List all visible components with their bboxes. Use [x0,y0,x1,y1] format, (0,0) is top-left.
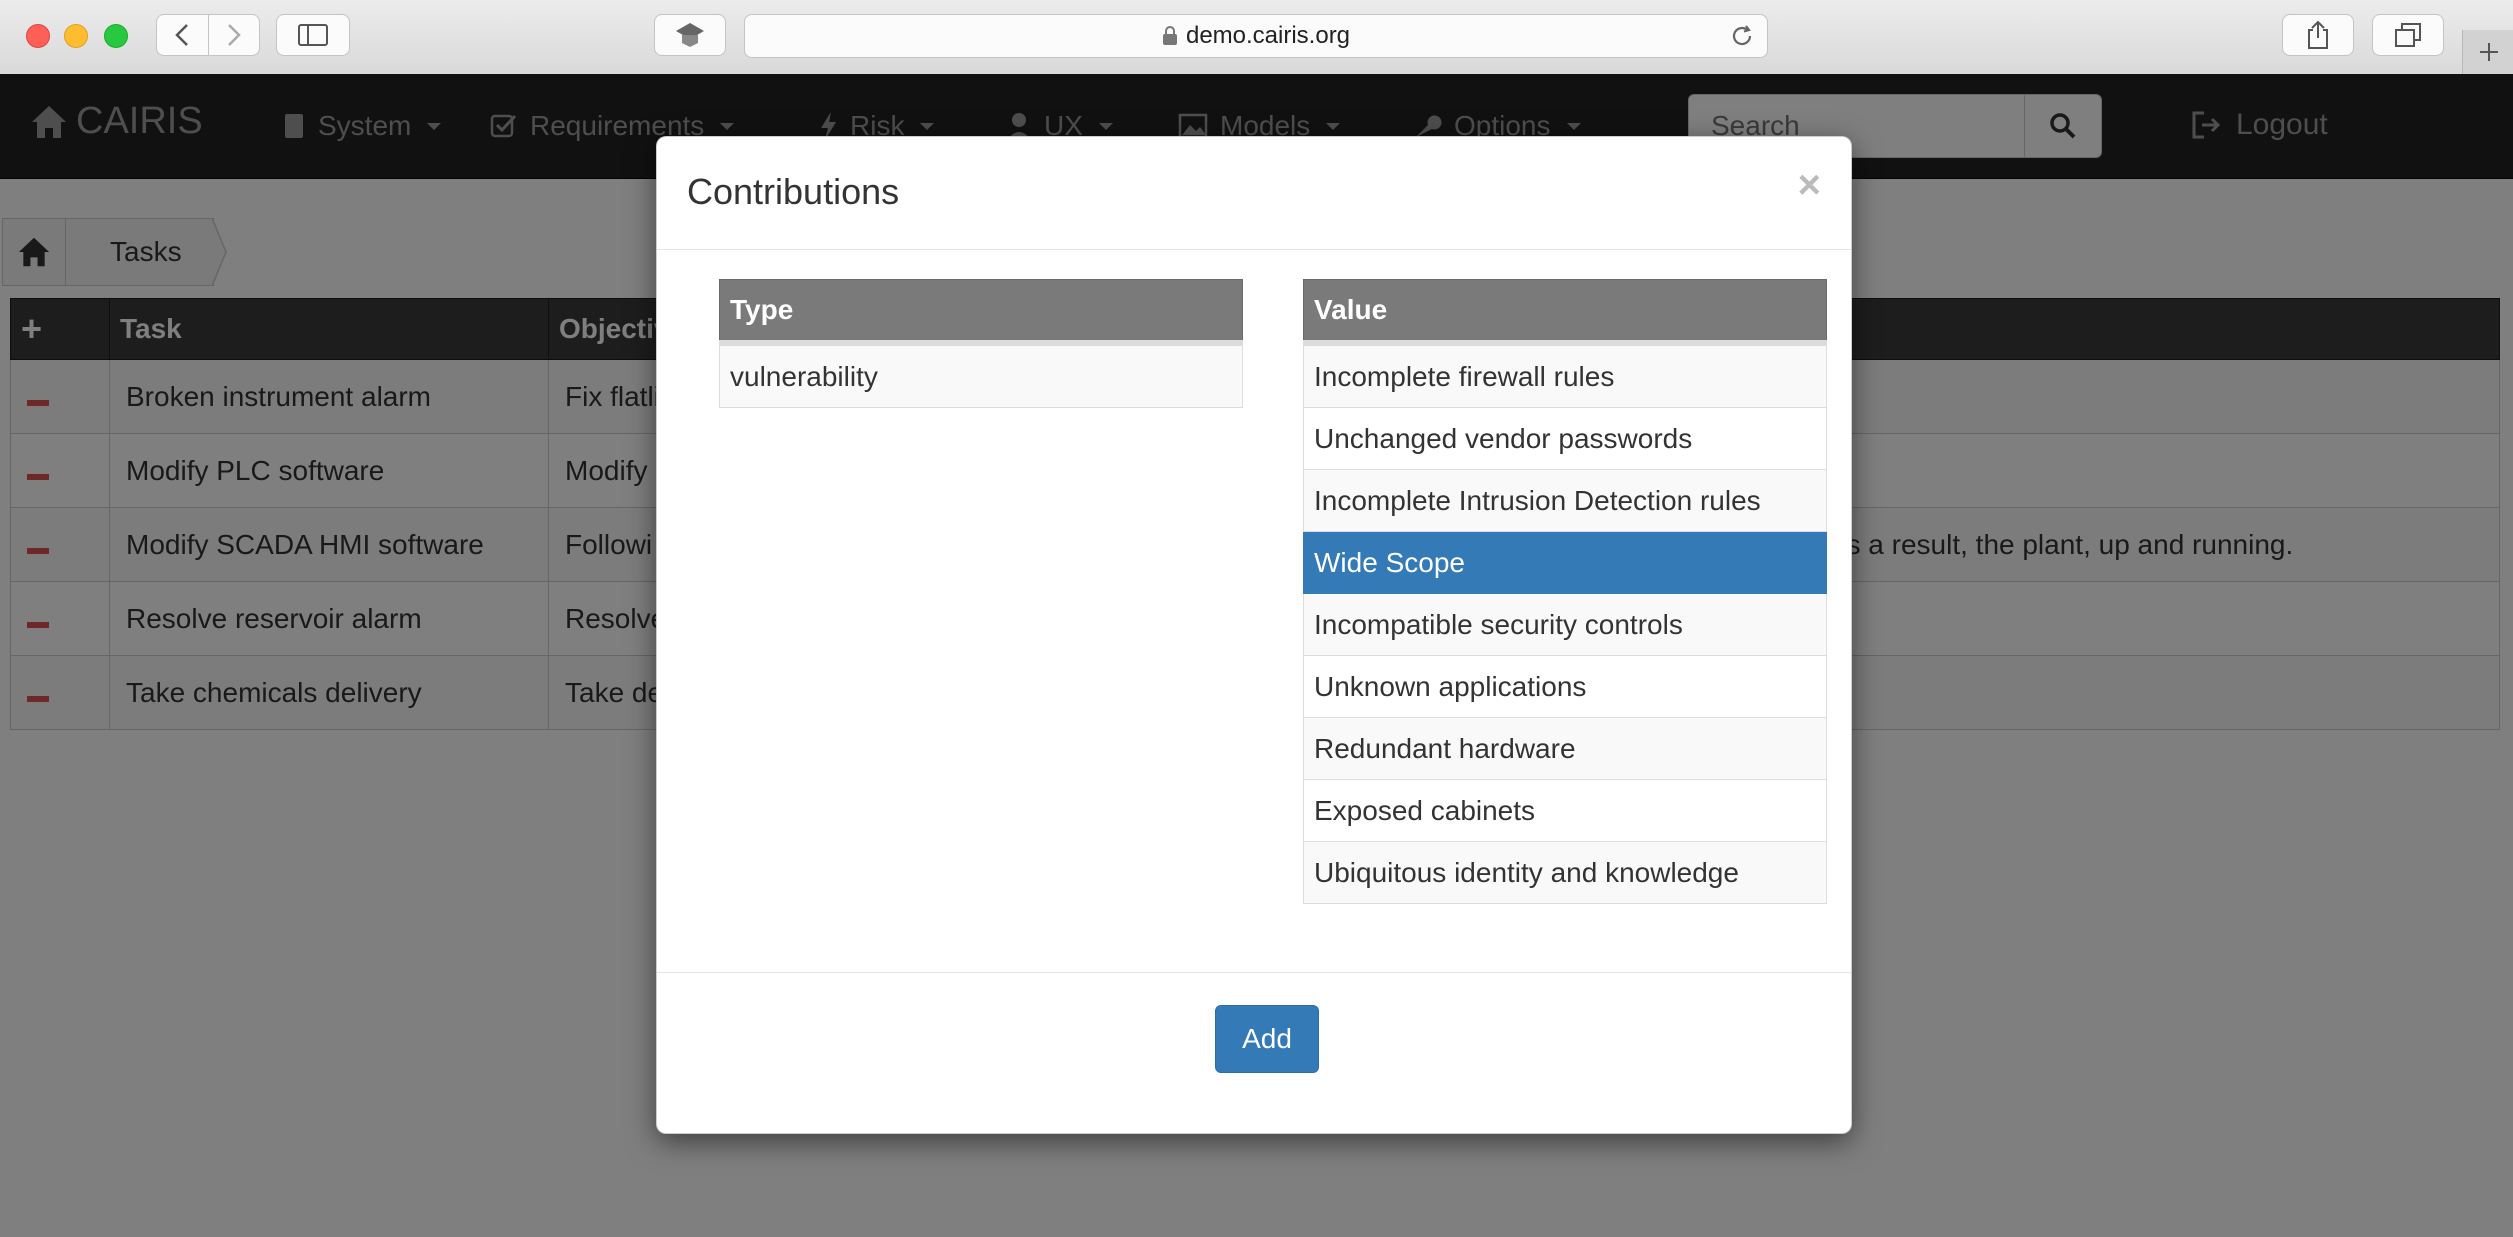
browser-toolbar: demo.cairis.org [0,0,2513,75]
graduation-cap-icon [676,23,704,47]
zoom-window-button[interactable] [104,24,128,48]
reload-button[interactable] [1729,23,1755,54]
type-column-header: Type [719,279,1243,346]
type-table: Type vulnerability [719,279,1243,408]
value-column-header: Value [1303,279,1827,346]
contributions-dialog: Contributions × Type vulnerability Value… [656,136,1852,1134]
modal-footer: Add [657,972,1851,1133]
list-item[interactable]: vulnerability [719,342,1243,408]
add-button[interactable]: Add [1215,1005,1319,1073]
tabs-overview-icon [2395,23,2421,47]
value-table: Value Incomplete firewall rules Unchange… [1303,279,1827,904]
new-tab-button[interactable] [2462,30,2513,74]
modal-title: Contributions [687,171,900,212]
history-nav [156,14,260,56]
url-text: demo.cairis.org [1185,22,1351,49]
chevron-left-icon [175,24,189,46]
type-option: vulnerability [719,342,1243,408]
value-option: Unchanged vendor passwords [1303,407,1827,470]
list-item[interactable]: Incomplete firewall rules [1303,342,1827,408]
reload-icon [1732,25,1752,46]
show-tabs-button[interactable] [2372,14,2444,56]
address-bar[interactable]: demo.cairis.org [744,14,1768,58]
chevron-right-icon [227,24,241,46]
list-item[interactable]: Unknown applications [1303,655,1827,718]
list-item[interactable]: Incomplete Intrusion Detection rules [1303,469,1827,532]
forward-button[interactable] [207,15,260,55]
list-item-selected[interactable]: Wide Scope [1303,531,1827,594]
plus-icon [2479,43,2498,61]
sidebar-toggle-button[interactable] [276,14,350,56]
list-item[interactable]: Ubiquitous identity and knowledge [1303,841,1827,904]
close-icon[interactable]: × [1798,163,1821,208]
share-icon [2308,20,2328,49]
value-option: Incomplete firewall rules [1303,342,1827,408]
value-option: Incomplete Intrusion Detection rules [1303,469,1827,532]
value-option: Redundant hardware [1303,717,1827,780]
back-button[interactable] [157,15,208,55]
value-option: Unknown applications [1303,655,1827,718]
list-item[interactable]: Unchanged vendor passwords [1303,407,1827,470]
sidebar-icon [298,24,328,46]
value-option: Wide Scope [1303,531,1827,594]
lock-icon [1162,26,1177,45]
modal-header: Contributions × [657,137,1851,250]
minimize-window-button[interactable] [64,24,88,48]
share-button[interactable] [2282,14,2354,56]
list-item[interactable]: Redundant hardware [1303,717,1827,780]
value-option: Ubiquitous identity and knowledge [1303,841,1827,904]
list-item[interactable]: Exposed cabinets [1303,779,1827,842]
list-item[interactable]: Incompatible security controls [1303,593,1827,656]
extension-button[interactable] [654,14,726,56]
value-option: Incompatible security controls [1303,593,1827,656]
close-window-button[interactable] [26,24,50,48]
value-option: Exposed cabinets [1303,779,1827,842]
